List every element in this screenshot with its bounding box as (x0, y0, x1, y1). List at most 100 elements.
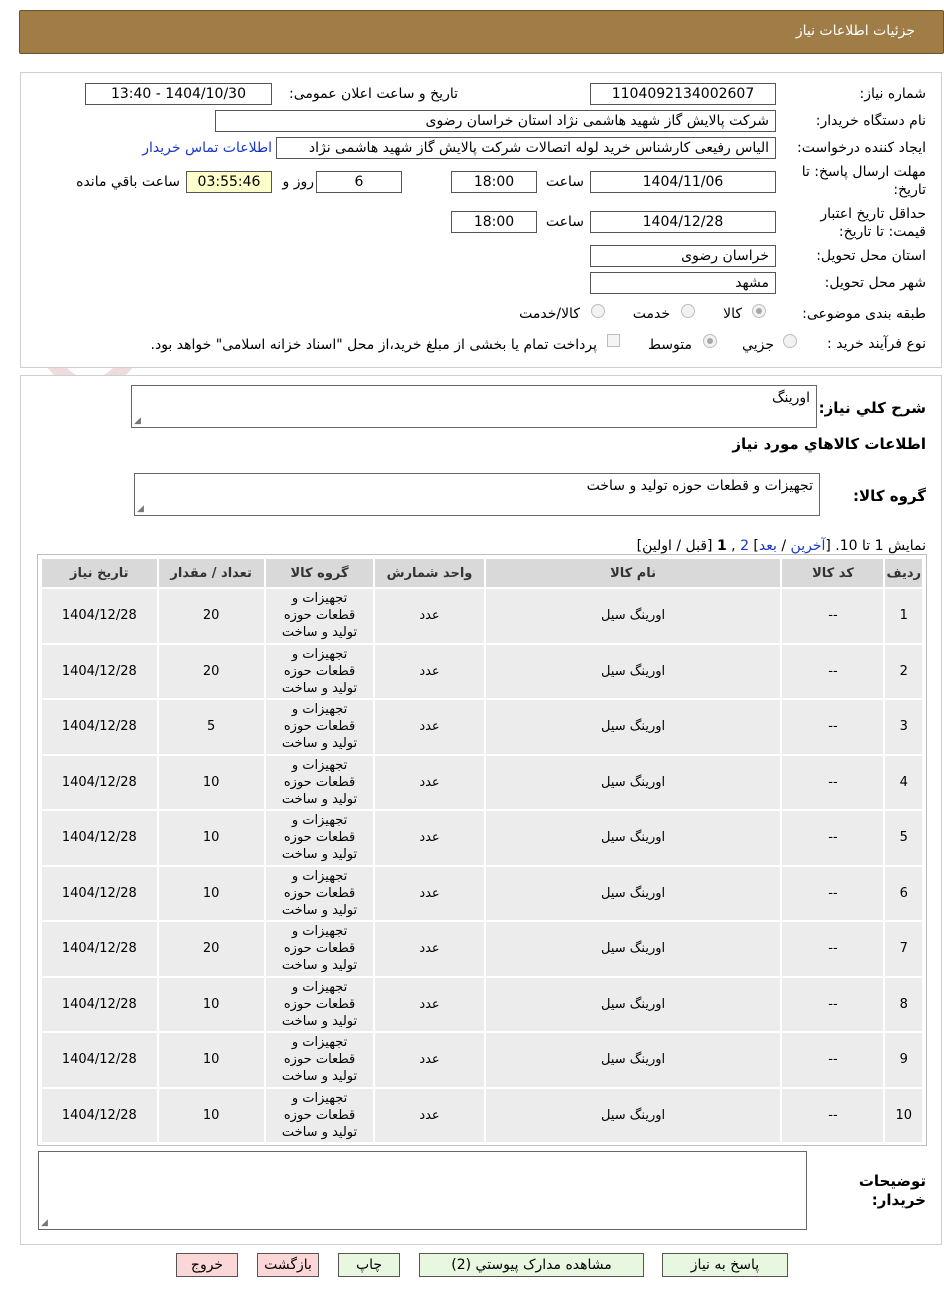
cell-date: 1404/12/28 (40, 753, 159, 811)
cell-code: -- (780, 587, 886, 645)
cell-row-no: 9 (883, 1031, 924, 1089)
cell-row-no: 4 (883, 753, 924, 811)
validity-label: حداقل تاریخ اعتبار قیمت: تا تاریخ: (820, 206, 926, 240)
purchase-minor-label: جزیي (742, 337, 774, 353)
table-row: 4 -- اورینگ سیل عدد تجهیزات و قطعات حوزه تول… (40, 753, 924, 811)
cell-qty: 10 (156, 809, 266, 867)
print-button[interactable]: چاپ (338, 1253, 400, 1277)
cell-row-no: 2 (883, 642, 924, 700)
col-header-qty: تعداد / مقدار (156, 557, 266, 589)
cell-date: 1404/12/28 (40, 642, 159, 700)
need-desc-label: شرح کلي نیاز: (818, 399, 926, 417)
exit-button[interactable]: خروج (176, 1253, 238, 1277)
days-field: 6 (316, 171, 402, 193)
pagination-sep: / (776, 538, 791, 554)
cell-unit: عدد (373, 642, 486, 700)
table-row: 9 -- اورینگ سیل عدد تجهیزات و قطعات حوزه تول… (40, 1031, 924, 1089)
cell-group: تجهیزات و قطعات حوزه تولید و ساخت (263, 920, 376, 978)
cell-unit: عدد (373, 1086, 486, 1144)
resize-grip-icon: ◢ (134, 416, 141, 426)
cell-date: 1404/12/28 (40, 809, 159, 867)
purchase-medium-label: متوسط (648, 337, 692, 353)
pagination-mid: ] (748, 538, 759, 554)
back-button[interactable]: بازگشت (257, 1253, 319, 1277)
cell-qty: 20 (156, 920, 266, 978)
pagination-prefix: نمایش 1 تا 10. [ (825, 538, 926, 554)
cell-row-no: 8 (883, 975, 924, 1033)
validity-time-label: ساعت (545, 214, 584, 230)
reply-button[interactable]: پاسخ به نیاز (662, 1253, 788, 1277)
need-desc-field: اورینگ ◢ (131, 385, 817, 428)
cell-group: تجهیزات و قطعات حوزه تولید و ساخت (263, 1031, 376, 1089)
category-goods-radio[interactable] (752, 304, 766, 318)
need-number-label: شماره نیاز: (859, 86, 927, 102)
cell-name: اورینگ سیل (483, 642, 783, 700)
cell-name: اورینگ سیل (483, 864, 783, 922)
cell-row-no: 1 (883, 587, 924, 645)
cell-date: 1404/12/28 (40, 864, 159, 922)
pagination-last-link[interactable]: آخرین (791, 538, 826, 554)
pagination-suffix: [قبل / اولین] (636, 538, 717, 554)
cell-code: -- (780, 1086, 886, 1144)
cell-unit: عدد (373, 587, 486, 645)
category-service-label: خدمت (632, 306, 670, 322)
cell-code: -- (780, 975, 886, 1033)
cell-name: اورینگ سیل (483, 920, 783, 978)
pagination-current-page: 1 (716, 538, 727, 554)
cell-name: اورینگ سیل (483, 753, 783, 811)
purchase-medium-radio[interactable] (703, 334, 717, 348)
cell-date: 1404/12/28 (40, 975, 159, 1033)
treasury-payment-checkbox[interactable] (607, 334, 620, 347)
creator-field: الیاس رفیعی کارشناس خرید لوله اتصالات شر… (276, 137, 776, 159)
contact-buyer-link[interactable]: اطلاعات تماس خریدار (142, 140, 272, 156)
cell-group: تجهیزات و قطعات حوزه تولید و ساخت (263, 753, 376, 811)
cell-row-no: 10 (883, 1086, 924, 1144)
items-table: ردیف کد کالا نام کالا واحد شمارش گروه کا… (40, 557, 924, 1144)
cell-unit: عدد (373, 753, 486, 811)
attachments-button[interactable]: مشاهده مدارک پیوستي (2) (419, 1253, 644, 1277)
category-both-radio[interactable] (591, 304, 605, 318)
pagination-page-2-link[interactable]: 2 (740, 538, 749, 554)
announce-label: تاریخ و ساعت اعلان عمومی: (289, 86, 458, 102)
cell-date: 1404/12/28 (40, 698, 159, 756)
cell-name: اورینگ سیل (483, 1031, 783, 1089)
city-label: شهر محل تحویل: (824, 275, 926, 291)
pagination: نمایش 1 تا 10. [آخرین / بعد] 2 , 1 [قبل … (637, 538, 926, 554)
category-label: طبقه بندی موضوعی: (802, 306, 926, 322)
announce-field: 1404/10/30 - 13:40 (85, 83, 272, 105)
cell-qty: 10 (156, 1086, 266, 1144)
cell-code: -- (780, 809, 886, 867)
validity-time-field: 18:00 (451, 211, 537, 233)
category-both-label: کالا/خدمت (519, 306, 580, 322)
col-header-group: گروه کالا (263, 557, 376, 589)
cell-unit: عدد (373, 698, 486, 756)
table-row: 10 -- اورینگ سیل عدد تجهیزات و قطعات حوزه تو… (40, 1086, 924, 1144)
deadline-date-field: 1404/11/06 (590, 171, 776, 193)
cell-unit: عدد (373, 864, 486, 922)
city-field: مشهد (590, 272, 776, 294)
goods-group-field: تجهیزات و قطعات حوزه تولید و ساخت ◢ (134, 473, 820, 516)
category-service-radio[interactable] (681, 304, 695, 318)
cell-date: 1404/12/28 (40, 1031, 159, 1089)
cell-row-no: 6 (883, 864, 924, 922)
cell-unit: عدد (373, 1031, 486, 1089)
need-desc-value: اورینگ (771, 390, 810, 406)
category-goods-label: کالا (723, 306, 742, 322)
days-label: روز و (282, 174, 315, 190)
col-header-date: تاریخ نیاز (40, 557, 159, 589)
cell-qty: 20 (156, 642, 266, 700)
goods-info-title: اطلاعات کالاهاي مورد نیاز (732, 435, 926, 453)
purchase-minor-radio[interactable] (783, 334, 797, 348)
deadline-time-field: 18:00 (451, 171, 537, 193)
cell-code: -- (780, 698, 886, 756)
deadline-time-label: ساعت (545, 174, 584, 190)
table-header-row: ردیف کد کالا نام کالا واحد شمارش گروه کا… (40, 557, 924, 589)
pagination-next-link[interactable]: بعد (759, 538, 777, 554)
buyer-notes-label: توضیحات خریدار: (858, 1172, 926, 1209)
col-header-row-no: ردیف (883, 557, 924, 589)
page-title: جزئیات اطلاعات نیاز (795, 23, 915, 39)
cell-row-no: 5 (883, 809, 924, 867)
cell-qty: 10 (156, 864, 266, 922)
cell-code: -- (780, 642, 886, 700)
remaining-label: ساعت باقي مانده (76, 174, 180, 190)
